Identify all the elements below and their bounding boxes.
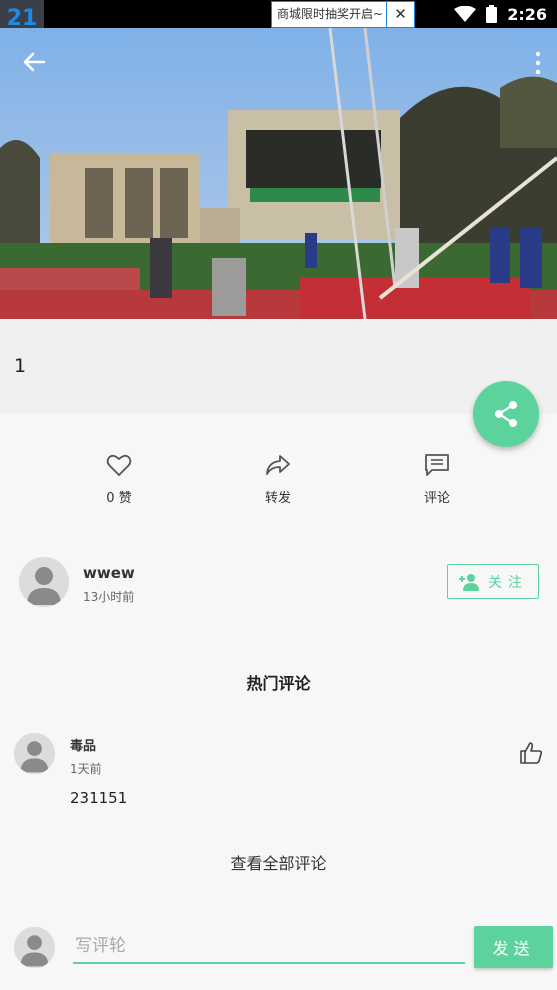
share-icon <box>495 401 517 427</box>
user-placeholder-icon <box>19 557 69 607</box>
more-vertical-icon[interactable] <box>533 50 543 76</box>
follow-button[interactable]: 关注 <box>447 564 539 599</box>
clock: 2:26 <box>507 4 547 24</box>
video-player[interactable] <box>0 28 557 319</box>
follow-label: 关注 <box>488 573 528 590</box>
promo-banner[interactable]: 商城限时抽奖开启~ ✕ <box>271 1 415 28</box>
repost-label: 转发 <box>264 491 291 506</box>
avatar[interactable] <box>14 733 55 774</box>
avatar[interactable] <box>19 557 69 607</box>
post-title: 1 <box>14 355 27 377</box>
comment-time: 1天前 <box>70 762 102 776</box>
author-name[interactable]: wwew <box>83 564 135 582</box>
thumbs-up-icon[interactable] <box>519 741 543 765</box>
add-user-icon <box>459 573 479 591</box>
share-button[interactable] <box>473 381 539 447</box>
action-bar: 0 赞 转发 评论 <box>0 450 557 520</box>
promo-banner-text[interactable]: 商城限时抽奖开启~ <box>272 2 386 27</box>
repost-action[interactable]: 转发 <box>238 450 318 506</box>
video-frame <box>0 28 557 319</box>
like-action[interactable]: 0 赞 <box>79 450 159 506</box>
send-button[interactable]: 发送 <box>474 926 553 968</box>
forward-icon <box>266 455 290 475</box>
post-title-area: 1 <box>0 319 557 414</box>
avatar <box>14 927 55 968</box>
hot-comments-title: 热门评论 <box>246 674 311 693</box>
view-all-comments-link[interactable]: 查看全部评论 <box>0 850 557 874</box>
author-post-time: 13小时前 <box>83 590 135 604</box>
comment-username[interactable]: 毒品 <box>70 735 96 754</box>
author-row: wwew 13小时前 关注 <box>0 550 557 614</box>
wifi-icon <box>454 6 477 22</box>
battery-icon <box>486 5 498 23</box>
close-icon[interactable]: ✕ <box>386 2 414 27</box>
comment-action[interactable]: 评论 <box>397 450 477 506</box>
comment-text: 231151 <box>70 789 128 807</box>
like-count: 0 赞 <box>106 491 132 506</box>
comment-input[interactable] <box>73 930 465 964</box>
heart-icon <box>106 454 132 476</box>
comment-label: 评论 <box>423 491 450 506</box>
status-bar: 21 商城限时抽奖开启~ ✕ 2:26 <box>0 0 557 38</box>
status-indicators: 2:26 <box>454 0 547 28</box>
post-detail-page: 21 商城限时抽奖开启~ ✕ 2:26 1 0 赞 转发 评论 wwew 13小… <box>0 0 557 990</box>
user-placeholder-icon <box>14 733 55 774</box>
comment-icon <box>425 454 449 476</box>
user-placeholder-icon <box>14 927 55 968</box>
arrow-left-icon[interactable] <box>20 48 48 76</box>
